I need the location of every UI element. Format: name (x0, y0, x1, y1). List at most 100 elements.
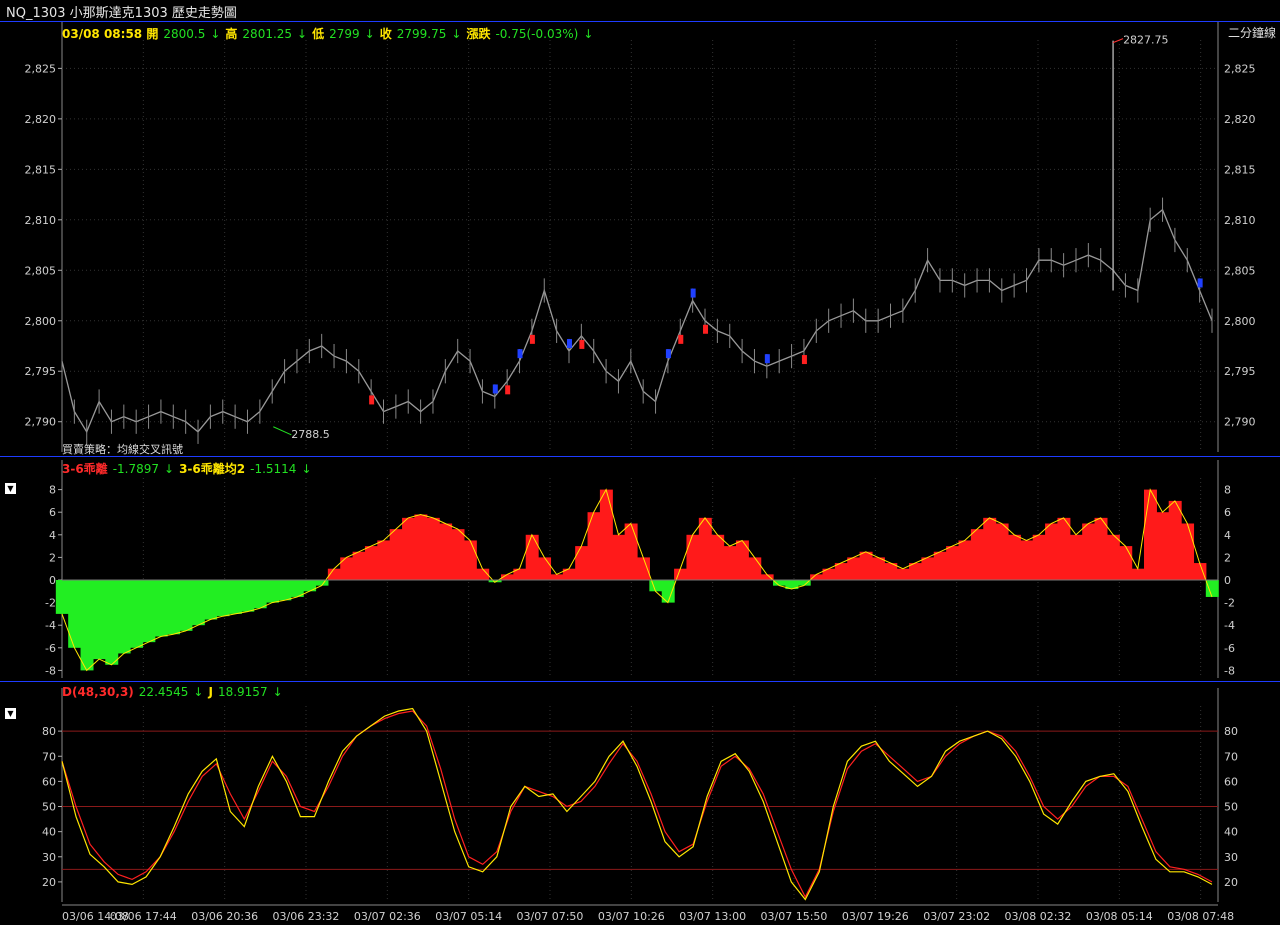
y-axis-tick-label: -6 (45, 642, 56, 655)
oscillator-bar (674, 568, 688, 580)
oscillator-bar (1205, 580, 1219, 597)
y-axis-tick-label: 80 (42, 725, 56, 738)
y-axis-tick-label: 6 (49, 506, 56, 519)
y-axis-tick-label: 2,795 (25, 365, 57, 378)
oscillator-bar (426, 517, 440, 580)
y-axis-tick-label: 40 (42, 826, 56, 839)
oscillator-bar (1106, 534, 1120, 580)
sell-signal-marker (369, 395, 375, 405)
kd-j-line (61, 707, 1213, 901)
high-marker-label: 2827.75 (1123, 34, 1169, 47)
sell-signal-marker (801, 355, 807, 365)
oscillator-bar (686, 534, 700, 580)
y-axis-tick-label: 2,790 (25, 416, 57, 429)
oscillator-bar (266, 580, 279, 603)
oscillator-bar (896, 568, 910, 580)
sell-signal-marker (703, 324, 709, 334)
low-marker-line (273, 426, 292, 436)
y-axis-tick-label: 2,820 (25, 113, 57, 126)
oscillator-bar (933, 551, 947, 580)
x-axis-tick-label: 03/07 13:00 (679, 910, 746, 923)
oscillator-bar (599, 489, 613, 580)
buy-signal-marker (764, 354, 770, 364)
y-axis-tick-label: -4 (45, 619, 56, 632)
x-axis-tick-label: 03/07 23:02 (923, 910, 990, 923)
oscillator-bar (154, 580, 168, 637)
oscillator-bar (1045, 523, 1059, 580)
oscillator-bar (439, 523, 453, 580)
chart-canvas[interactable]: 03/06 14:0803/06 17:44 03/06 20:36 03/06 2… (0, 0, 1280, 925)
y-axis-tick-label-right: 0 (1224, 574, 1231, 587)
x-axis-tick-label: 03/07 10:26 (598, 910, 665, 923)
y-axis-tick-label-right: 40 (1224, 826, 1238, 839)
oscillator-bar (550, 574, 564, 580)
y-axis-tick-label-right: 2,795 (1224, 365, 1256, 378)
oscillator-bar (637, 557, 650, 580)
oscillator-bar (1069, 534, 1083, 580)
x-axis-tick-label: 03/08 05:14 (1086, 910, 1153, 923)
oscillator-bar (1020, 540, 1034, 580)
y-axis-tick-label: 30 (42, 851, 56, 864)
y-axis-tick-label: 0 (49, 574, 56, 587)
sell-signal-marker (678, 334, 684, 344)
x-axis-tick-label: 03/08 07:48 (1167, 910, 1234, 923)
oscillator-bar (80, 580, 94, 671)
buy-signal-marker (1197, 278, 1203, 288)
x-axis-tick-label: 03/08 02:32 (1005, 910, 1072, 923)
oscillator-bar (55, 580, 69, 614)
y-axis-tick-label: 2,800 (25, 315, 57, 328)
oscillator-bar (612, 534, 626, 580)
oscillator-bar (909, 563, 923, 580)
oscillator-bar (1181, 523, 1195, 580)
y-axis-tick-label: 2,815 (25, 163, 57, 176)
y-axis-tick-label: 20 (42, 876, 56, 889)
x-axis-tick-label: 03/07 07:50 (517, 910, 584, 923)
oscillator-bar (859, 551, 873, 580)
oscillator-bar (92, 580, 106, 660)
oscillator-bar (958, 540, 972, 580)
oscillator-bar (624, 523, 638, 580)
oscillator-bar (253, 580, 267, 609)
oscillator-bar (389, 529, 403, 580)
y-axis-tick-label-right: 2,800 (1224, 315, 1256, 328)
y-axis-tick-label: 2,825 (25, 62, 57, 75)
oscillator-bar (810, 574, 824, 580)
y-axis-tick-label: 2,810 (25, 214, 57, 227)
buy-signal-marker (517, 349, 523, 359)
oscillator-bar (414, 514, 428, 580)
x-axis-tick-label: 03/07 05:14 (435, 910, 502, 923)
buy-signal-marker (566, 339, 572, 349)
oscillator-bar (142, 580, 156, 643)
y-axis-tick-label: 2,805 (25, 264, 57, 277)
oscillator-bar (921, 557, 935, 580)
y-axis-tick-label: 70 (42, 750, 56, 763)
oscillator-bar (525, 534, 539, 580)
x-axis-tick-label: 03/07 02:36 (354, 910, 421, 923)
y-axis-tick-label-right: 2,825 (1224, 62, 1256, 75)
y-axis-tick-label-right: -2 (1224, 597, 1235, 610)
buy-signal-marker (665, 349, 671, 359)
oscillator-bar (68, 580, 82, 648)
high-marker-line (1112, 38, 1124, 44)
oscillator-bar (364, 546, 378, 580)
oscillator-bar (228, 580, 242, 614)
oscillator-bar (1032, 534, 1046, 580)
y-axis-tick-label: 50 (42, 801, 56, 814)
y-axis-tick-label-right: 6 (1224, 506, 1231, 519)
y-axis-tick-label-right: 2,810 (1224, 214, 1256, 227)
y-axis-tick-label-right: 2,790 (1224, 416, 1256, 429)
oscillator-bar (995, 523, 1009, 580)
oscillator-bar (698, 517, 712, 580)
oscillator-bar (105, 580, 119, 665)
y-axis-tick-label: 2 (49, 551, 56, 564)
oscillator-bar (130, 580, 143, 648)
y-axis-tick-label-right: 2,805 (1224, 264, 1256, 277)
oscillator-bar (216, 580, 230, 617)
oscillator-bar (167, 580, 181, 635)
oscillator-bar (278, 580, 292, 601)
oscillator-bar (191, 580, 205, 626)
y-axis-tick-label: -2 (45, 597, 56, 610)
x-axis-tick-label: 03/07 19:26 (842, 910, 909, 923)
oscillator-bar (748, 557, 762, 580)
y-axis-tick-label-right: 30 (1224, 851, 1238, 864)
